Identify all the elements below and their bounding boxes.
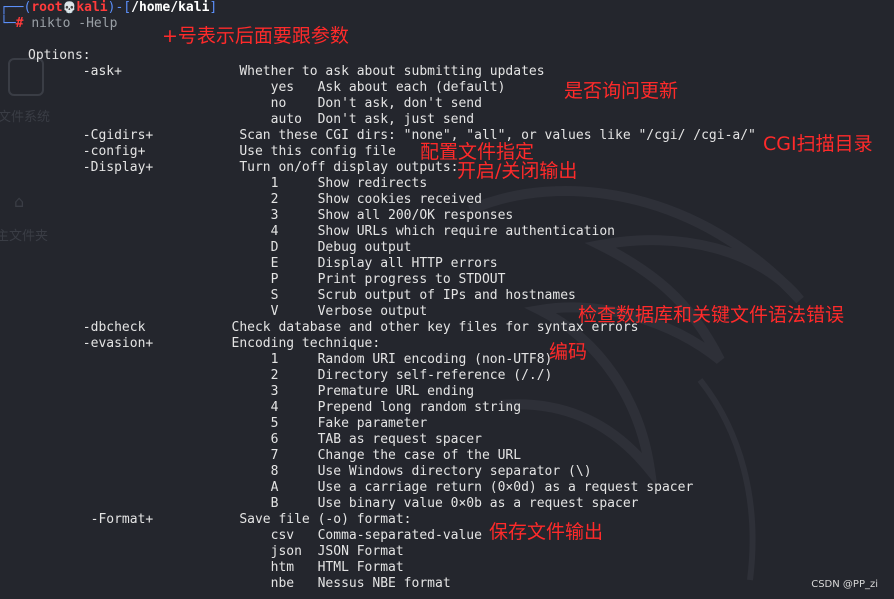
output-line: S Scrub output of IPs and hostnames bbox=[28, 288, 576, 303]
annotation-plus-note: +号表示后面要跟参数 bbox=[162, 25, 349, 47]
output-line: 7 Change the case of the URL bbox=[28, 448, 522, 463]
csdn-watermark: CSDN @PP_zi bbox=[811, 579, 878, 590]
output-line: no Don't ask, don't send bbox=[28, 96, 482, 111]
output-line: 2 Show cookies received bbox=[28, 192, 482, 207]
output-line: 5 Fake parameter bbox=[28, 416, 428, 431]
output-line: 4 Prepend long random string bbox=[28, 400, 522, 415]
output-line: -Display+ Turn on/off display outputs: bbox=[28, 160, 459, 175]
output-line: nbe Nessus NBE format bbox=[28, 576, 451, 591]
output-line: Options: bbox=[28, 48, 91, 63]
prompt-corner: └─ bbox=[0, 16, 16, 31]
prompt-frame-right: ] bbox=[209, 0, 218, 15]
terminal-window[interactable]: 文件系统 ⌂ 主文件夹 ┌──(root💀kali)-[/home/kali] … bbox=[0, 0, 894, 599]
annotation-evasion-note: 编码 bbox=[549, 341, 588, 363]
output-line: E Display all HTTP errors bbox=[28, 256, 498, 271]
prompt-user: root bbox=[31, 0, 63, 15]
output-line: 6 TAB as request spacer bbox=[28, 432, 482, 447]
output-line: -ask+ Whether to ask about submitting up… bbox=[28, 64, 545, 79]
output-line: -Format+ Save file (-o) format: bbox=[28, 512, 412, 527]
output-line: D Debug output bbox=[28, 240, 412, 255]
prompt-frame-mid: )-[ bbox=[107, 0, 132, 15]
prompt-line-1: ┌──(root💀kali)-[/home/kali] bbox=[0, 0, 217, 16]
output-line: 3 Premature URL ending bbox=[28, 384, 475, 399]
output-line: 1 Random URI encoding (non-UTF8) bbox=[28, 352, 553, 367]
output-line: 8 Use Windows directory separator (\) bbox=[28, 464, 592, 479]
output-line: 1 Show redirects bbox=[28, 176, 428, 191]
prompt-line-2[interactable]: └─# nikto -Help bbox=[0, 16, 117, 32]
command-argument: -Help bbox=[78, 16, 118, 31]
output-line: csv Comma-separated-value bbox=[28, 528, 482, 543]
prompt-path: /home/kali bbox=[131, 0, 210, 15]
output-line: P Print progress to STDOUT bbox=[28, 272, 506, 287]
output-line: json JSON Format bbox=[28, 544, 404, 559]
output-line: -dbcheck Check database and other key fi… bbox=[28, 320, 639, 335]
output-line: 2 Directory self-reference (/./) bbox=[28, 368, 553, 383]
output-line: -evasion+ Encoding technique: bbox=[28, 336, 381, 351]
annotation-cgi-note: CGI扫描目录 bbox=[763, 133, 873, 155]
annotation-format-note: 保存文件输出 bbox=[489, 521, 604, 543]
output-line: V Verbose output bbox=[28, 304, 428, 319]
output-line: yes Ask about each (default) bbox=[28, 80, 506, 95]
annotation-dbcheck-note: 检查数据库和关键文件语法错误 bbox=[578, 304, 845, 326]
output-line: 4 Show URLs which require authentication bbox=[28, 224, 615, 239]
prompt-host: kali bbox=[76, 0, 108, 15]
annotation-display-note: 开启/关闭输出 bbox=[457, 160, 578, 182]
output-line: -config+ Use this config file bbox=[28, 144, 396, 159]
annotation-update-note: 是否询问更新 bbox=[564, 80, 679, 102]
output-line: A Use a carriage return (0×0d) as a requ… bbox=[28, 480, 694, 495]
prompt-frame-left: ┌──( bbox=[0, 0, 32, 15]
output-line: 3 Show all 200/OK responses bbox=[28, 208, 514, 223]
output-line: -Cgidirs+ Scan these CGI dirs: "none", "… bbox=[28, 128, 756, 143]
prompt-hash: # bbox=[15, 16, 24, 31]
output-line: auto Don't ask, just send bbox=[28, 112, 475, 127]
skull-icon: 💀 bbox=[62, 1, 77, 14]
output-line: B Use binary value 0×0b as a request spa… bbox=[28, 496, 639, 511]
output-line: htm HTML Format bbox=[28, 560, 404, 575]
command-text: nikto bbox=[31, 16, 71, 31]
